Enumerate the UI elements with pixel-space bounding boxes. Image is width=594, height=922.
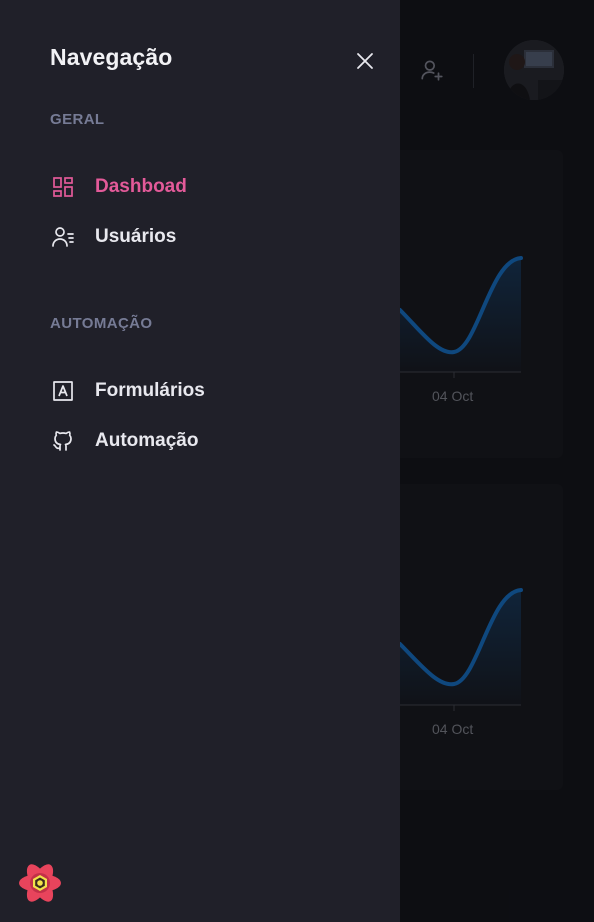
- form-icon: [50, 378, 76, 404]
- nav-item-label: Usuários: [95, 226, 177, 247]
- github-icon: [50, 428, 76, 454]
- app-logo: [16, 859, 64, 907]
- close-drawer-button[interactable]: [352, 48, 378, 74]
- users-list-icon: [50, 224, 76, 250]
- nav-item-label: Automação: [95, 430, 199, 451]
- drawer-title: Navegação: [50, 44, 173, 70]
- section-label-automacao: AUTOMAÇÃO: [50, 315, 153, 332]
- close-icon: [357, 53, 373, 69]
- section-label-geral: GERAL: [50, 111, 105, 128]
- nav-item-dashboard[interactable]: Dashboad: [50, 169, 360, 205]
- nav-item-automation[interactable]: Automação: [50, 423, 360, 459]
- nav-item-label: Dashboad: [95, 176, 187, 197]
- navigation-drawer: Navegação GERAL Dashboad Usuários AUTOMA…: [0, 0, 400, 922]
- nav-item-label: Formulários: [95, 380, 205, 401]
- nav-item-forms[interactable]: Formulários: [50, 373, 360, 409]
- nav-item-users[interactable]: Usuários: [50, 219, 360, 255]
- dashboard-icon: [50, 174, 76, 200]
